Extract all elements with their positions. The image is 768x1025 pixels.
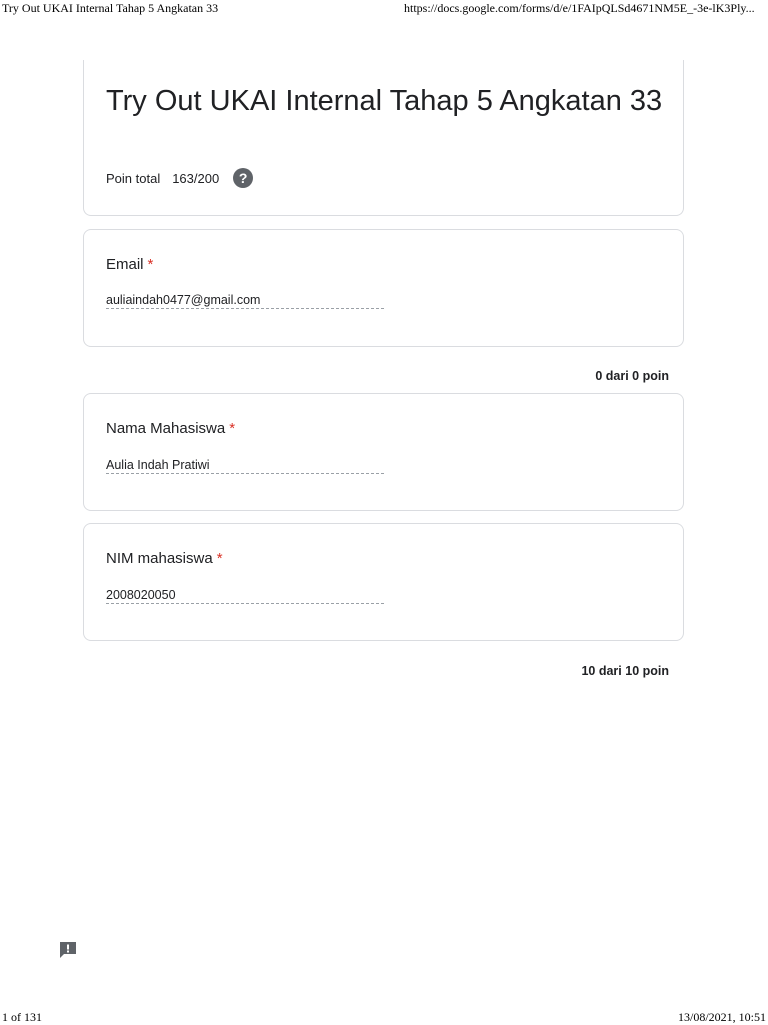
question-card-email: Email * auliaindah0477@gmail.com bbox=[83, 229, 684, 347]
question-label: Nama Mahasiswa * bbox=[106, 420, 236, 437]
question-label: NIM mahasiswa * bbox=[106, 550, 223, 567]
nim-answer: 2008020050 bbox=[106, 588, 384, 604]
question-label: Email * bbox=[106, 256, 154, 273]
form-title: Try Out UKAI Internal Tahap 5 Angkatan 3… bbox=[106, 85, 663, 117]
question-card-nim: NIM mahasiswa * 2008020050 bbox=[83, 523, 684, 641]
print-footer-page: 1 of 131 bbox=[2, 1010, 42, 1024]
print-header-title: Try Out UKAI Internal Tahap 5 Angkatan 3… bbox=[2, 1, 219, 15]
score-value: 163/200 bbox=[172, 170, 220, 186]
total-score: Poin total 163/200 ? bbox=[106, 168, 254, 188]
help-icon[interactable]: ? bbox=[233, 168, 254, 188]
feedback-icon[interactable] bbox=[58, 940, 78, 960]
nama-answer: Aulia Indah Pratiwi bbox=[106, 458, 384, 474]
section-points: 0 dari 0 poin bbox=[595, 369, 669, 383]
required-mark: * bbox=[216, 550, 223, 567]
required-mark: * bbox=[229, 420, 236, 437]
print-header-url: https://docs.google.com/forms/d/e/1FAIpQ… bbox=[404, 1, 755, 15]
form-header-card: Try Out UKAI Internal Tahap 5 Angkatan 3… bbox=[83, 60, 684, 216]
question-card-nama: Nama Mahasiswa * Aulia Indah Pratiwi bbox=[83, 393, 684, 511]
email-answer: auliaindah0477@gmail.com bbox=[106, 293, 384, 309]
score-label: Poin total bbox=[106, 170, 161, 186]
required-mark: * bbox=[147, 256, 154, 273]
print-footer-datetime: 13/08/2021, 10:51 bbox=[677, 1010, 766, 1024]
section-points: 10 dari 10 poin bbox=[581, 664, 669, 678]
